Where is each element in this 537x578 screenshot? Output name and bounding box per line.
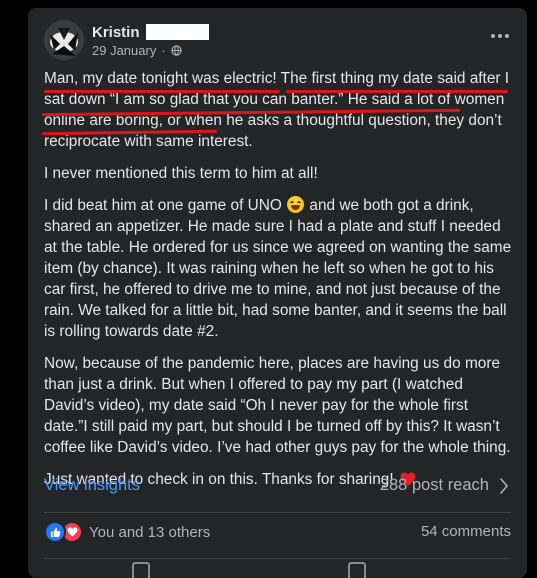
post-card: Kristin 29 January · Man, my date tonigh…: [28, 8, 527, 578]
laughing-emoji-icon: [287, 196, 305, 213]
more-options-button[interactable]: [487, 26, 513, 46]
like-reaction-icon: [44, 521, 66, 543]
reactions-summary[interactable]: You and 13 others: [44, 521, 210, 543]
underline-mark: [44, 90, 280, 93]
like-action-icon[interactable]: [132, 562, 150, 578]
underline-mark: [286, 90, 508, 93]
avatar-image: [44, 20, 84, 60]
chevron-right-icon: [500, 477, 508, 494]
paragraph-3-rest: and we both got a drink, shared an appet…: [44, 197, 512, 340]
paragraph-2: I never mentioned this term to him at al…: [44, 165, 318, 182]
author-name[interactable]: Kristin: [92, 24, 140, 41]
highlighted-sentence-1: Man, my date tonight was electric!: [44, 70, 277, 87]
paragraph-3: I did beat him at one game of UNO and we…: [44, 195, 514, 342]
redacted-surname: [145, 24, 209, 40]
reactions-count-text: You and 13 others: [89, 523, 211, 541]
share-action-icon[interactable]: [348, 562, 366, 578]
post-reach-text: 288 post reach: [379, 476, 489, 494]
globe-icon[interactable]: [170, 45, 182, 56]
divider: [44, 558, 511, 559]
author-avatar[interactable]: [44, 20, 84, 60]
more-dot-icon: [498, 34, 502, 38]
divider: [44, 512, 511, 513]
more-dot-icon: [491, 34, 495, 38]
paragraph-3-start: I did beat him at one game of UNO: [44, 197, 282, 214]
post-reach-link[interactable]: 288 post reach: [380, 476, 509, 495]
meta-separator: ·: [161, 43, 166, 58]
comments-count-link[interactable]: 54 comments: [421, 523, 511, 540]
paragraph-4: Now, because of the pandemic here, place…: [44, 355, 511, 456]
more-dot-icon: [505, 34, 509, 38]
post-date[interactable]: 29 January: [92, 43, 156, 58]
view-insights-link[interactable]: View insights: [44, 476, 140, 495]
